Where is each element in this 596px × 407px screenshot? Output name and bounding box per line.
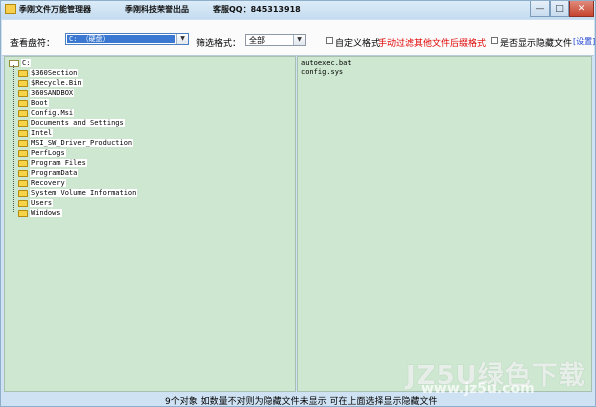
file-list-pane[interactable]: autoexec.bat config.sys: [297, 56, 592, 392]
chevron-down-icon[interactable]: ▼: [293, 35, 305, 45]
tree-folder-item[interactable]: Intel: [18, 129, 54, 137]
tree-folder-label: Recovery: [30, 179, 66, 187]
maximize-button[interactable]: □: [550, 1, 569, 17]
settings-link[interactable]: [设置]: [573, 36, 595, 47]
folder-icon: [18, 99, 28, 107]
close-button[interactable]: ✕: [569, 1, 594, 17]
filter-label: 筛选格式：: [196, 39, 242, 49]
tree-folder-item[interactable]: Windows: [18, 209, 62, 217]
tree-folder-item[interactable]: Program Files: [18, 159, 87, 167]
tree-folder-label: Program Files: [30, 159, 87, 167]
tree-folder-label: 360SANDBOX: [30, 89, 75, 97]
tree-folder-item[interactable]: Documents and Settings: [18, 119, 125, 127]
drive-select-value: C: （硬盘）: [67, 35, 175, 43]
tree-folder-item[interactable]: ProgramData: [18, 169, 79, 177]
tree-folder-item[interactable]: System Volume Information: [18, 189, 138, 197]
folder-icon: [18, 69, 28, 77]
status-text: 9个对象 如数量不对则为隐藏文件未显示 可在上面选择显示隐藏文件: [165, 397, 438, 407]
watermark-url: www.jz5u.com: [421, 381, 535, 397]
app-window: 季刚文件万能管理器 季刚科技荣誉出品 客服QQ：845313918 — □ ✕ …: [0, 0, 596, 407]
tree-folder-label: PerfLogs: [30, 149, 66, 157]
drive-select[interactable]: C: （硬盘） ▼: [65, 33, 189, 45]
folder-icon: [18, 109, 28, 117]
tree-folder-item[interactable]: 360SANDBOX: [18, 89, 75, 97]
tree-folder-item[interactable]: Users: [18, 199, 54, 207]
tree-folder-label: Documents and Settings: [30, 119, 125, 127]
folder-icon: [18, 179, 28, 187]
tree-folder-label: Intel: [30, 129, 54, 137]
support-qq: 客服QQ：845313918: [213, 5, 301, 14]
tree-folder-item[interactable]: PerfLogs: [18, 149, 66, 157]
title-bar: 季刚文件万能管理器 季刚科技荣誉出品 客服QQ：845313918 — □ ✕: [1, 1, 595, 19]
tree-folder-label: $Recycle.Bin: [30, 79, 83, 87]
folder-icon: [18, 189, 28, 197]
tree-root-label: C:: [21, 59, 32, 67]
folder-icon: [18, 149, 28, 157]
app-title: 季刚文件万能管理器: [19, 5, 91, 14]
folder-icon: [18, 169, 28, 177]
show-hidden-label: 是否显示隐藏文件: [500, 39, 573, 49]
folder-icon: [18, 89, 28, 97]
custom-format-checkbox[interactable]: [326, 37, 333, 44]
tree-folder-label: MSI_SW_Driver_Production: [30, 139, 134, 147]
folder-icon: [18, 119, 28, 127]
tree-folder-item[interactable]: Recovery: [18, 179, 66, 187]
app-icon: [5, 4, 16, 14]
tree-folder-item[interactable]: $Recycle.Bin: [18, 79, 83, 87]
tree-connector-line: [13, 65, 14, 212]
show-hidden-checkbox[interactable]: [491, 37, 498, 44]
tree-folder-label: System Volume Information: [30, 189, 138, 197]
maximize-icon: □: [555, 3, 564, 14]
chevron-down-icon[interactable]: ▼: [176, 34, 188, 44]
tree-folder-label: $360Section: [30, 69, 79, 77]
drive-label: 查看盘符：: [10, 39, 56, 49]
filter-select-value: 全部: [249, 36, 265, 45]
folder-icon: [18, 159, 28, 167]
tree-folder-label: ProgramData: [30, 169, 79, 177]
folder-icon: [18, 129, 28, 137]
tree-folder-item[interactable]: Boot: [18, 99, 49, 107]
minimize-icon: —: [535, 3, 545, 14]
folder-icon: [18, 79, 28, 87]
folder-icon: [18, 209, 28, 217]
tree-folder-label: Config.Msi: [30, 109, 75, 117]
custom-format-label: 自定义格式: [335, 39, 381, 49]
tree-folder-label: Boot: [30, 99, 49, 107]
tree-folder-label: Users: [30, 199, 54, 207]
folder-icon: [18, 199, 28, 207]
tree-folder-item[interactable]: Config.Msi: [18, 109, 75, 117]
toolbar: 查看盘符： C: （硬盘） ▼ 筛选格式： 全部 ▼ 自定义格式 手动过滤其他文…: [2, 20, 595, 56]
app-publisher: 季刚科技荣誉出品: [125, 5, 189, 14]
open-folder-icon: [9, 59, 19, 67]
filter-select[interactable]: 全部 ▼: [245, 34, 306, 46]
manual-filter-hint: 手动过滤其他文件后缀格式: [378, 39, 487, 49]
file-list-item[interactable]: autoexec.bat: [301, 59, 352, 67]
tree-folder-item[interactable]: $360Section: [18, 69, 79, 77]
file-list-item[interactable]: config.sys: [301, 68, 343, 76]
folder-tree-pane[interactable]: C: $360Section $Recycle.Bin 360SANDBOX Boot…: [4, 56, 296, 392]
tree-folder-label: Windows: [30, 209, 62, 217]
close-icon: ✕: [577, 3, 586, 14]
minimize-button[interactable]: —: [530, 1, 550, 17]
folder-icon: [18, 139, 28, 147]
tree-folder-item[interactable]: MSI_SW_Driver_Production: [18, 139, 134, 147]
